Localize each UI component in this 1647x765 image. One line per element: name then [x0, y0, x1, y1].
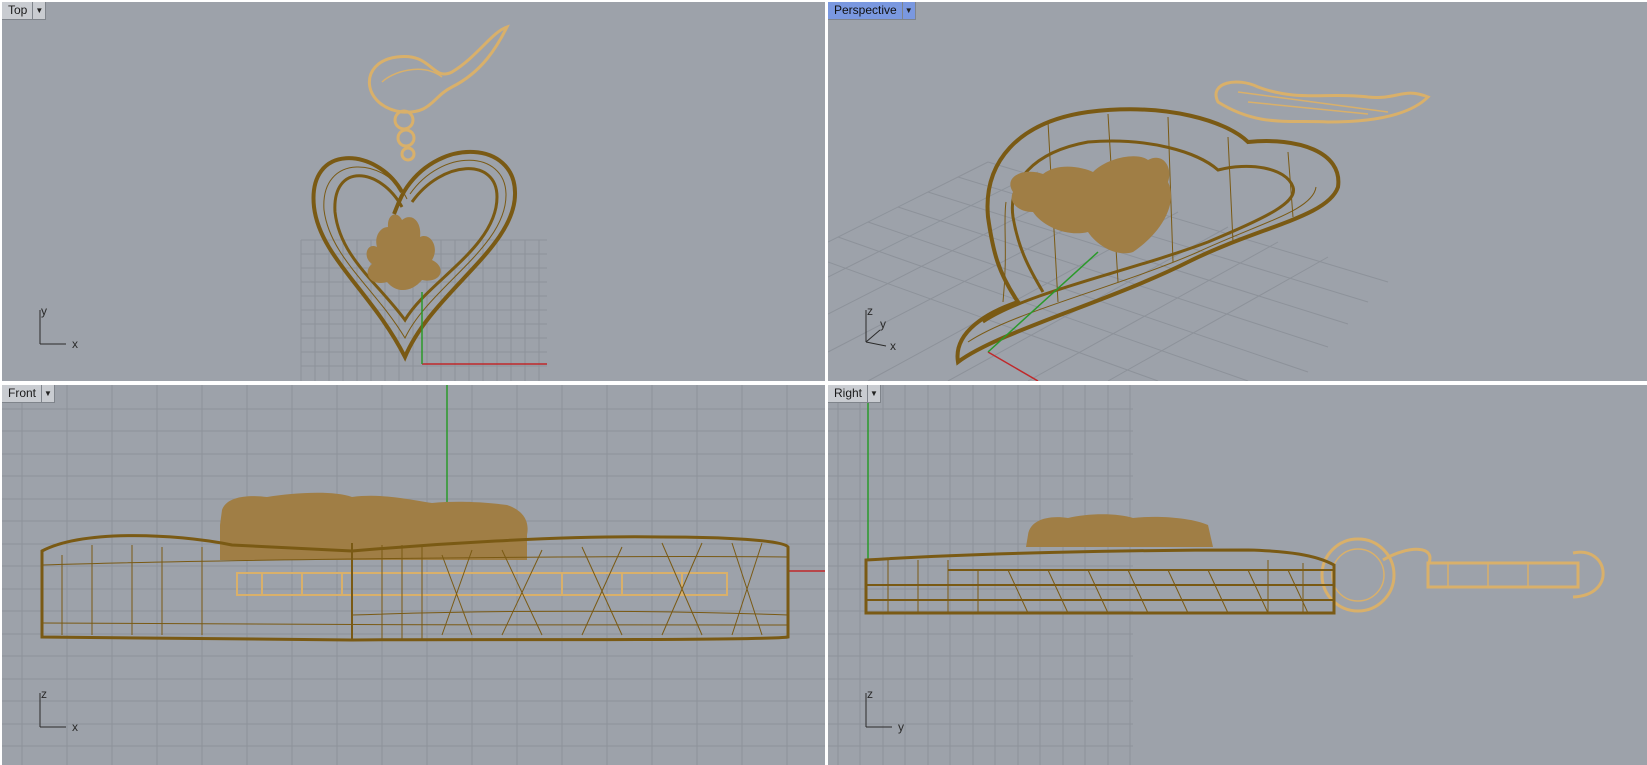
figure-solid [1010, 156, 1172, 254]
viewport-tab-right[interactable]: Right ▼ [828, 385, 882, 403]
x-axis-line [987, 351, 1039, 381]
axis-label-z: z [867, 687, 873, 701]
top-view-scene [300, 24, 547, 381]
viewport-title[interactable]: Perspective [828, 2, 902, 19]
viewport-right[interactable]: z y Right ▼ [828, 385, 1647, 765]
perspective-view-scene [828, 80, 1431, 381]
bail-ghost [236, 572, 728, 596]
infinity-bail-ghost [368, 24, 510, 162]
axis-indicator: y x [39, 304, 78, 351]
axis-label-x: x [72, 720, 78, 734]
figure-solid [366, 214, 441, 291]
viewport-title[interactable]: Front [2, 385, 41, 402]
axis-label-z: z [41, 687, 47, 701]
dropdown-arrow-icon[interactable]: ▼ [867, 385, 880, 402]
dropdown-arrow-icon[interactable]: ▼ [32, 2, 45, 19]
viewport-front[interactable]: z x Front ▼ [2, 385, 825, 765]
axis-label-y: y [898, 720, 904, 734]
viewport-tab-front[interactable]: Front ▼ [2, 385, 56, 403]
viewport-title[interactable]: Right [828, 385, 867, 402]
right-view-scene [828, 385, 1605, 765]
figure-solid [1026, 514, 1213, 547]
axis-label-z: z [867, 304, 873, 318]
viewport-top[interactable]: y x Top ▼ [2, 2, 825, 381]
background-grid [2, 385, 825, 765]
axis-indicator: z y [865, 687, 904, 734]
axis-label-x: x [72, 337, 78, 351]
dropdown-arrow-icon[interactable]: ▼ [41, 385, 54, 402]
front-view-scene [2, 385, 825, 765]
heart-frame-wireframe [864, 548, 1336, 615]
axis-indicator: z x [39, 687, 78, 734]
dropdown-arrow-icon[interactable]: ▼ [901, 2, 915, 19]
viewport-tab-perspective[interactable]: Perspective ▼ [828, 2, 916, 20]
y-axis-line [987, 251, 1099, 353]
bail-ghost [1320, 537, 1605, 613]
axis-indicator: z y x [865, 304, 896, 352]
infinity-bail-ghost [1214, 80, 1431, 124]
viewport-tab-top[interactable]: Top ▼ [2, 2, 47, 20]
viewport-title[interactable]: Top [2, 2, 32, 19]
axis-label-x: x [890, 339, 896, 352]
axis-label-y: y [880, 317, 886, 331]
axis-label-y: y [41, 304, 47, 318]
viewport-perspective[interactable]: z y x Perspective ▼ [828, 2, 1647, 381]
